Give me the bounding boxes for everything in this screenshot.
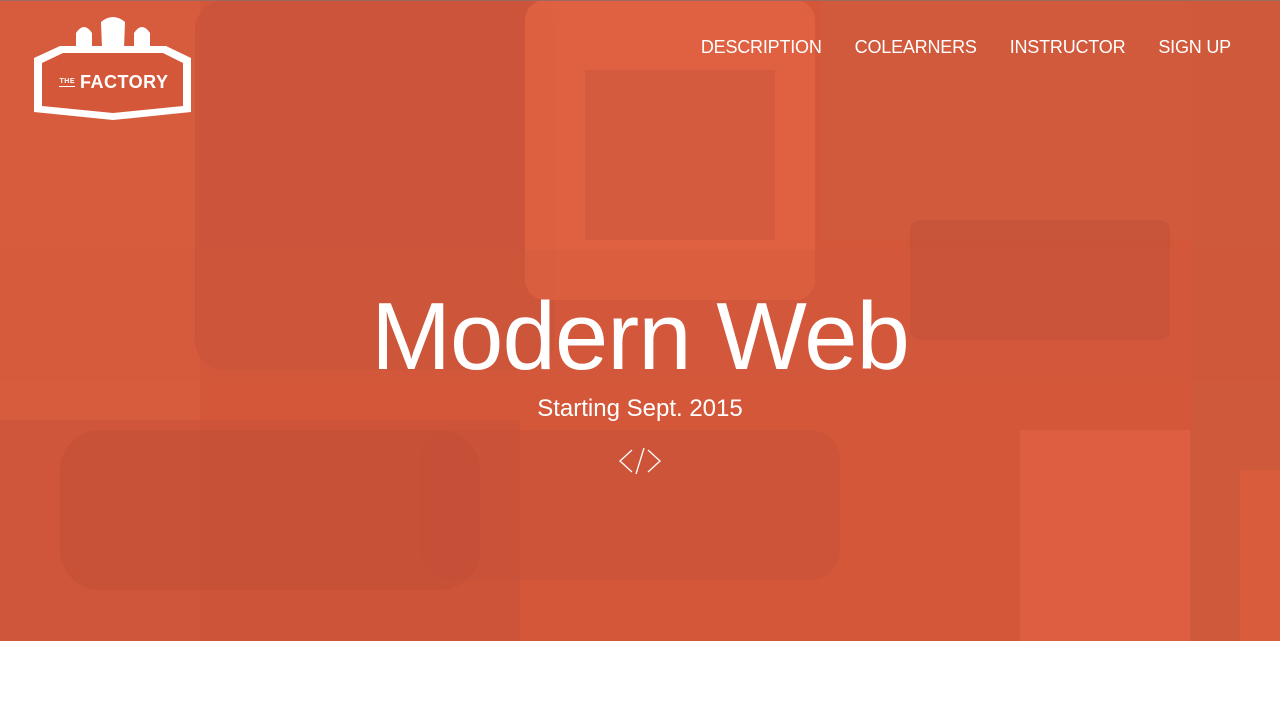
factory-logo-icon xyxy=(34,17,191,120)
hero-title: Modern Web xyxy=(371,283,910,390)
hero-section: THE FACTORY DESCRIPTION COLEARNERS INSTR… xyxy=(0,0,1280,641)
main-nav: DESCRIPTION COLEARNERS INSTRUCTOR SIGN U… xyxy=(701,36,1231,58)
nav-instructor[interactable]: INSTRUCTOR xyxy=(1010,36,1126,58)
code-brackets-icon xyxy=(619,447,661,475)
hero-subtitle: Starting Sept. 2015 xyxy=(537,395,743,422)
logo-word-text: FACTORY xyxy=(79,72,169,92)
factory-logo[interactable]: THE FACTORY xyxy=(32,16,194,122)
nav-description[interactable]: DESCRIPTION xyxy=(701,36,822,58)
top-border xyxy=(0,0,1280,1)
logo-small-text: THE xyxy=(59,77,75,87)
nav-sign-up[interactable]: SIGN UP xyxy=(1158,36,1231,58)
logo-wordmark: THE FACTORY xyxy=(52,71,176,93)
content-area xyxy=(0,641,1280,706)
nav-colearners[interactable]: COLEARNERS xyxy=(855,36,977,58)
